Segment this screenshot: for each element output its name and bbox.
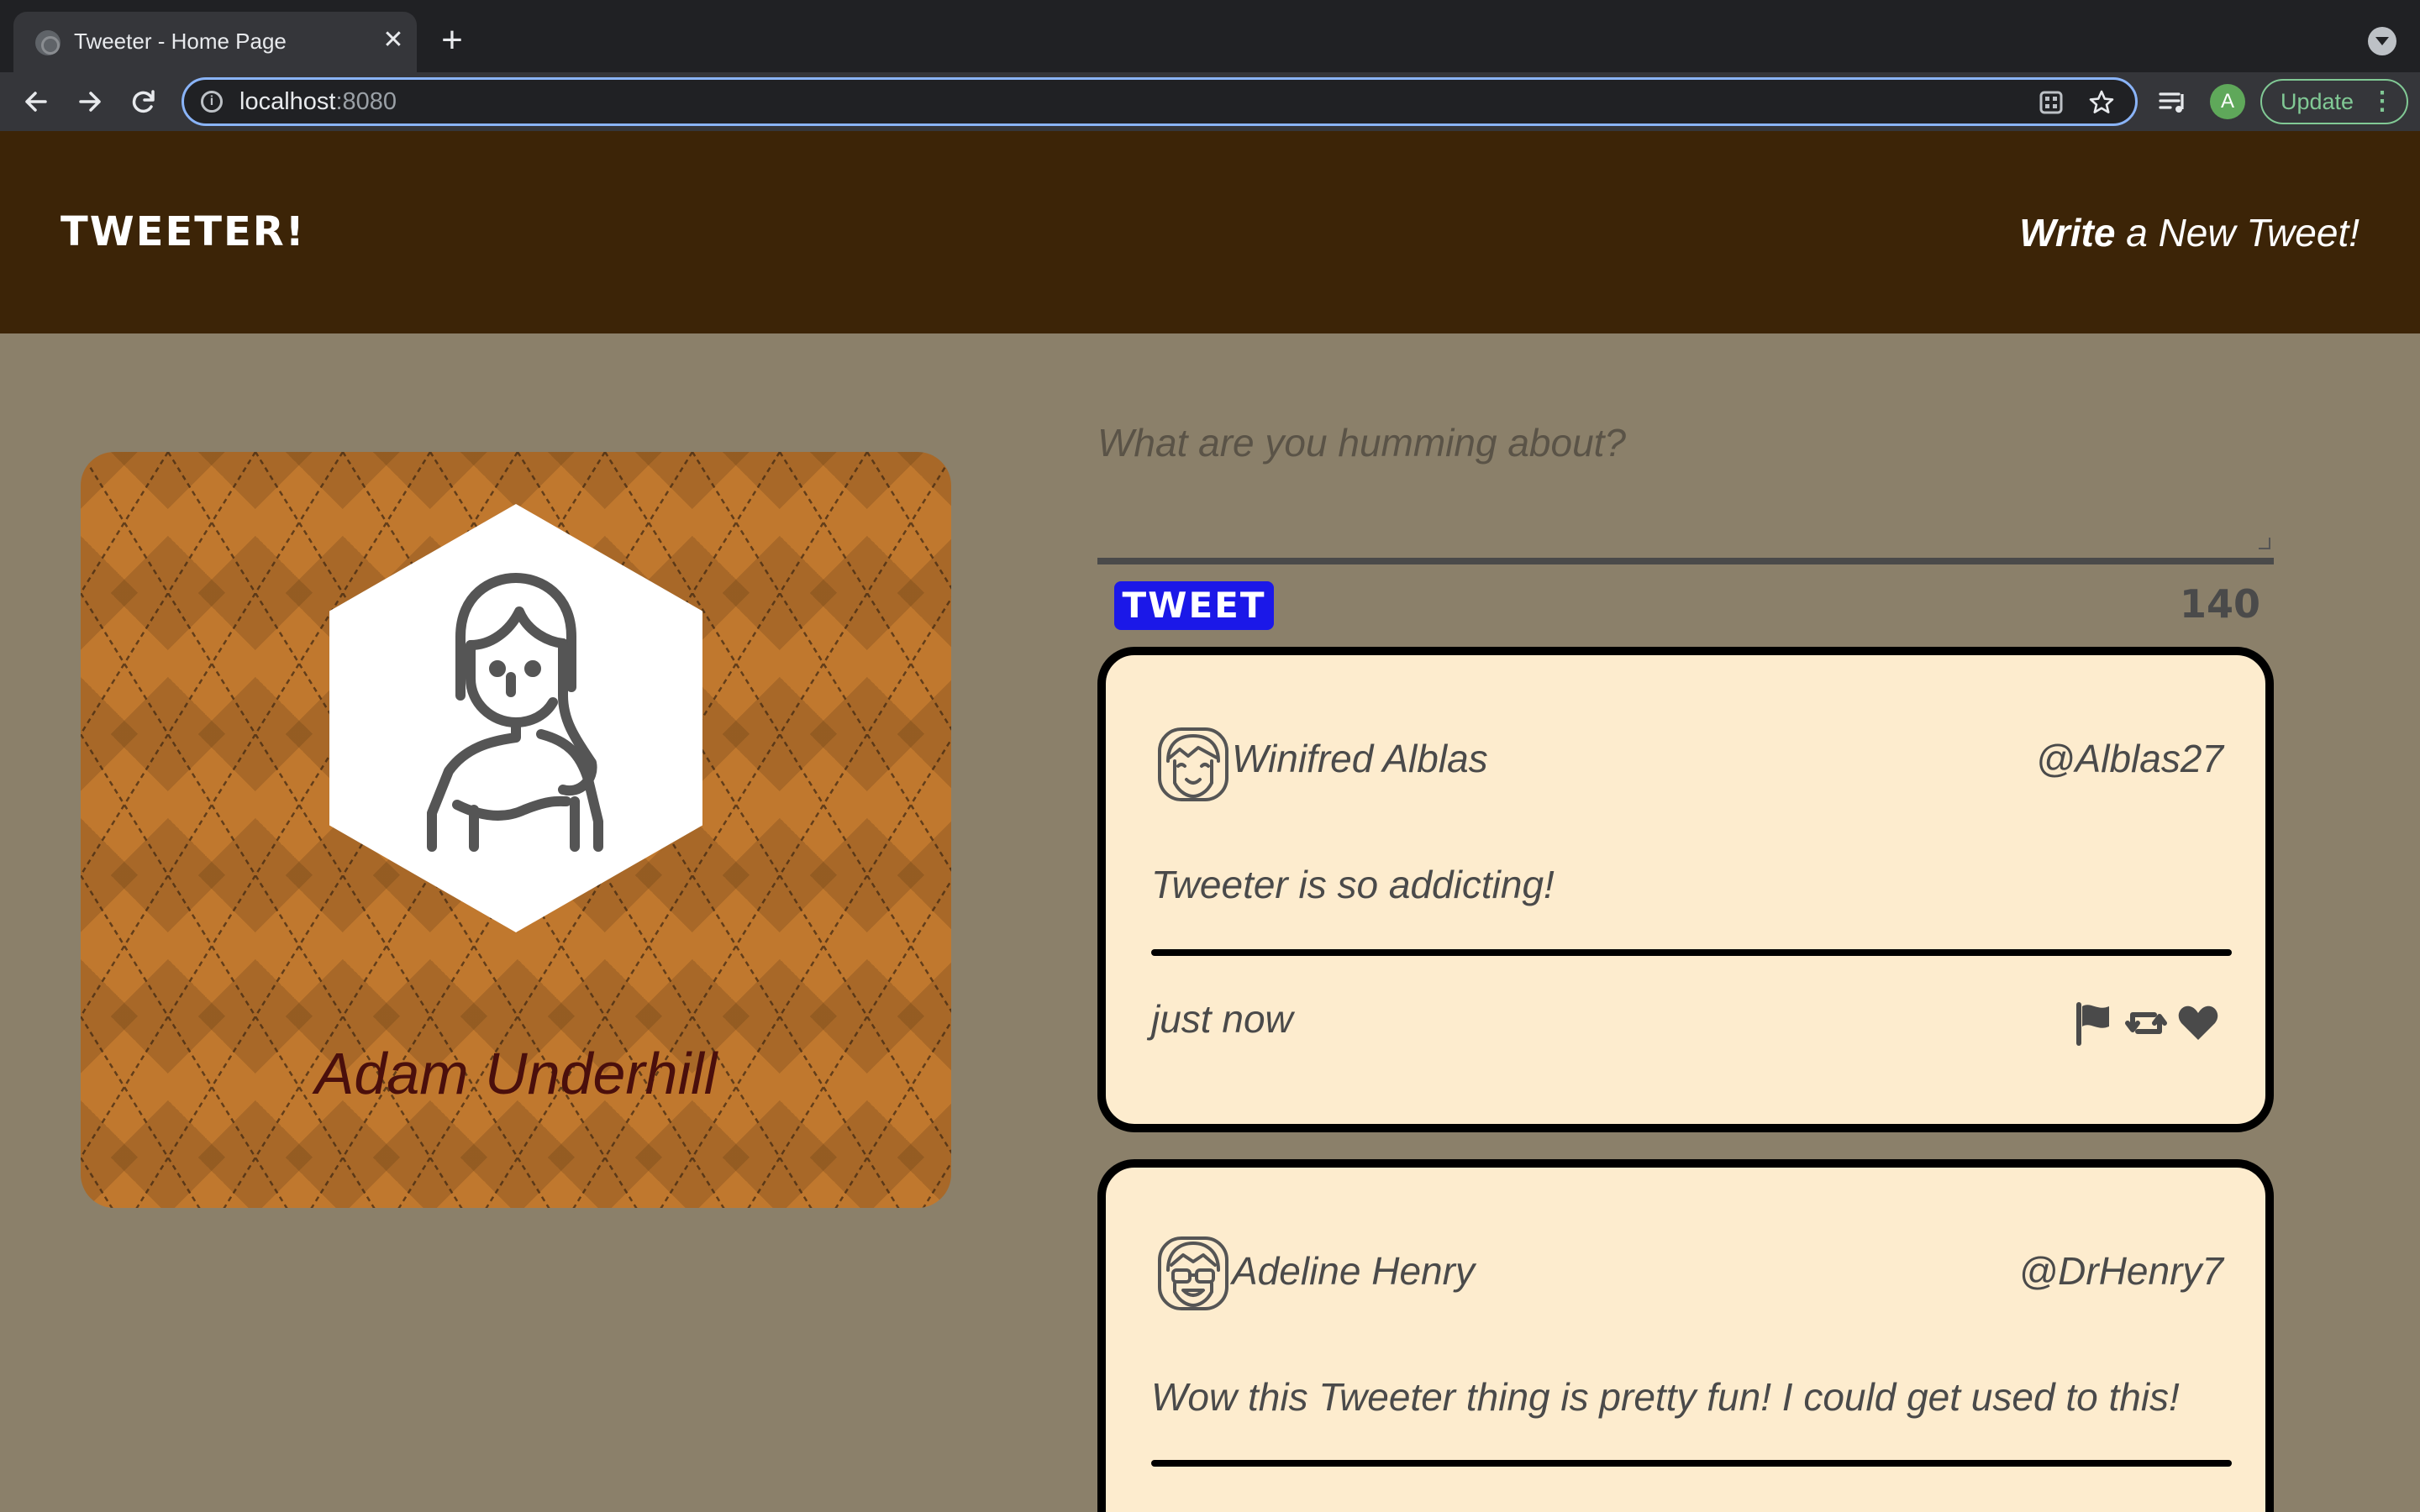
- tweet-divider: [1151, 1460, 2232, 1467]
- tab-close-icon[interactable]: ✕: [376, 24, 410, 57]
- write-new-tweet-link[interactable]: Write a New Tweet!: [2019, 210, 2360, 255]
- url-port: :8080: [335, 88, 397, 115]
- tweet-content: Wow this Tweeter thing is pretty fun! I …: [1151, 1375, 2180, 1419]
- user-avatar-icon: [427, 573, 603, 852]
- resize-handle-icon[interactable]: [2259, 538, 2270, 549]
- write-link-rest: a New Tweet!: [2115, 211, 2360, 255]
- back-arrow-icon[interactable]: [15, 81, 57, 123]
- tweet-timestamp: just now: [1151, 997, 1293, 1041]
- info-icon[interactable]: i: [201, 91, 223, 113]
- update-label: Update: [2281, 89, 2354, 114]
- character-counter: 140: [2179, 581, 2260, 627]
- address-bar[interactable]: i localhost:8080: [182, 77, 2138, 126]
- reload-icon[interactable]: [123, 81, 165, 123]
- tweet-author-name: Winifred Alblas: [1232, 737, 1488, 780]
- globe-icon: [35, 30, 60, 55]
- tweet-author-name: Adeline Henry: [1232, 1249, 1475, 1293]
- user-avatar-icon: [1155, 1233, 1232, 1314]
- qr-code-icon[interactable]: [2036, 87, 2066, 118]
- browser-tab-strip: Tweeter - Home Page ✕ +: [0, 0, 2420, 72]
- site-header: TWEETER! Write a New Tweet!: [0, 131, 2420, 333]
- profile-name: Adam Underhill: [314, 1041, 718, 1106]
- tab-search-icon[interactable]: [2368, 27, 2396, 55]
- user-avatar-icon: [1155, 724, 1232, 805]
- tweet-author-handle: @DrHenry7: [2018, 1249, 2223, 1293]
- update-button[interactable]: Update ⋮: [2260, 79, 2408, 124]
- browser-tab-active[interactable]: Tweeter - Home Page ✕: [13, 12, 417, 72]
- forward-arrow-icon[interactable]: [69, 81, 111, 123]
- tweet-actions: [2072, 1000, 2223, 1047]
- tweet-text-input[interactable]: [1097, 403, 2274, 558]
- retweet-icon[interactable]: [2124, 1000, 2168, 1047]
- tweet-content: Tweeter is so addicting!: [1151, 863, 1555, 906]
- profile-avatar[interactable]: A: [2210, 84, 2245, 119]
- tab-title: Tweeter - Home Page: [74, 29, 287, 54]
- flag-icon[interactable]: [2072, 1000, 2116, 1047]
- bookmark-star-icon[interactable]: [2086, 87, 2117, 118]
- site-logo[interactable]: TWEETER!: [60, 208, 306, 255]
- url-text[interactable]: localhost:8080: [239, 88, 397, 116]
- menu-dots-icon[interactable]: ⋮: [2370, 81, 2395, 123]
- compose-area: [1097, 403, 2274, 564]
- tweet-author-handle: @Alblas27: [2035, 737, 2223, 780]
- tweet-button[interactable]: TWEET: [1114, 581, 1274, 630]
- new-tab-button[interactable]: +: [434, 22, 471, 59]
- profile-card: Adam Underhill: [81, 452, 951, 1208]
- browser-toolbar: i localhost:8080 A Update ⋮: [0, 72, 2420, 131]
- url-host: localhost: [239, 88, 336, 115]
- reading-list-icon[interactable]: [2156, 86, 2190, 119]
- tweet-divider: [1151, 949, 2232, 956]
- heart-icon[interactable]: [2176, 1000, 2220, 1047]
- write-link-bold: Write: [2019, 211, 2116, 255]
- tweet-card: Winifred Alblas @Alblas27 Tweeter is so …: [1097, 647, 2274, 1132]
- tweet-card: Adeline Henry @DrHenry7 Wow this Tweeter…: [1097, 1159, 2274, 1512]
